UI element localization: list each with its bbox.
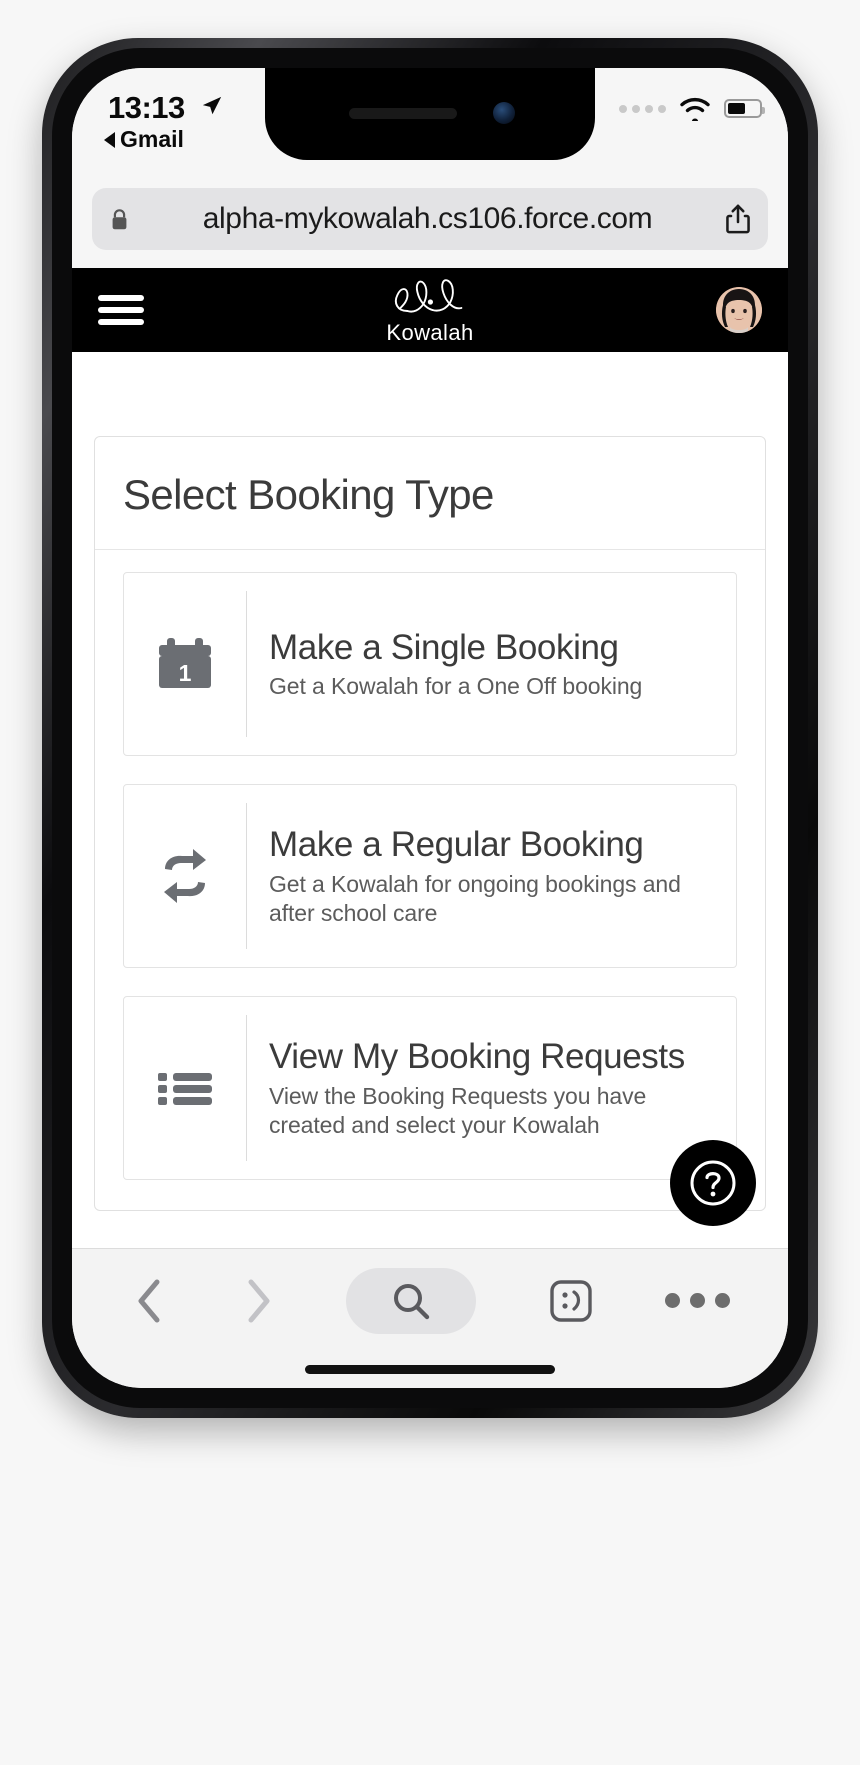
status-bar: 13:13 Gmail: [72, 68, 788, 180]
option-text-cell: Make a Regular Booking Get a Kowalah for…: [247, 785, 736, 967]
list-bullets-icon: [152, 1055, 218, 1121]
option-description: Get a Kowalah for a One Off booking: [269, 672, 712, 701]
more-dots-icon: [665, 1293, 680, 1308]
browser-address-area: alpha-mykowalah.cs106.force.com: [72, 180, 788, 268]
page-content: Select Booking Type 1: [72, 352, 788, 1248]
user-avatar[interactable]: [716, 287, 762, 333]
phone-screen: 13:13 Gmail: [72, 68, 788, 1388]
status-indicators: [619, 96, 762, 121]
option-icon-cell: 1: [124, 591, 247, 737]
question-mark-circle-icon: [688, 1158, 738, 1208]
browser-bookmarks-button[interactable]: [545, 1275, 597, 1327]
wifi-icon: [678, 96, 712, 121]
option-icon-cell: [124, 803, 247, 949]
forward-chevron-icon: [238, 1273, 278, 1329]
option-description: View the Booking Requests you have creat…: [269, 1082, 712, 1140]
option-icon-cell: [124, 1015, 247, 1161]
device-notch: [265, 68, 595, 160]
back-app-label: Gmail: [120, 126, 184, 153]
booking-type-card: Select Booking Type 1: [94, 436, 766, 1211]
address-bar[interactable]: alpha-mykowalah.cs106.force.com: [92, 188, 768, 250]
option-title: View My Booking Requests: [269, 1036, 712, 1077]
option-text-cell: Make a Single Booking Get a Kowalah for …: [247, 573, 736, 755]
repeat-arrows-icon: [152, 843, 218, 909]
option-description: Get a Kowalah for ongoing bookings and a…: [269, 870, 712, 928]
back-chevron-icon: [130, 1273, 170, 1329]
brand-logo[interactable]: Kowalah: [386, 275, 473, 346]
option-text-cell: View My Booking Requests View the Bookin…: [247, 997, 736, 1179]
browser-back-button[interactable]: [130, 1273, 170, 1329]
brand-name: Kowalah: [386, 320, 473, 346]
app-header: Kowalah: [72, 268, 788, 352]
page-title: Select Booking Type: [123, 471, 737, 519]
share-icon[interactable]: [726, 204, 750, 234]
earpiece-speaker: [349, 108, 457, 119]
url-text: alpha-mykowalah.cs106.force.com: [129, 202, 726, 236]
help-button[interactable]: [670, 1140, 756, 1226]
browser-more-button[interactable]: [665, 1293, 730, 1308]
front-camera: [493, 102, 515, 124]
status-time: 13:13: [108, 90, 185, 126]
phone-device-frame: 13:13 Gmail: [42, 38, 818, 1418]
option-view-requests[interactable]: View My Booking Requests View the Bookin…: [123, 996, 737, 1180]
search-icon: [391, 1281, 431, 1321]
calendar-day-1-icon: 1: [152, 631, 218, 697]
lock-icon: [110, 208, 129, 231]
home-indicator[interactable]: [305, 1365, 555, 1374]
back-to-gmail-link[interactable]: Gmail: [104, 126, 184, 153]
option-title: Make a Single Booking: [269, 627, 712, 668]
battery-icon: [724, 99, 762, 118]
booking-options-list: 1 Make a Single Booking Get a Kowalah fo…: [95, 550, 765, 1210]
reader-smiley-icon: [545, 1275, 597, 1327]
cellular-dots-icon: [619, 105, 666, 113]
hamburger-menu-icon[interactable]: [98, 289, 144, 331]
kowalah-script-logo: [387, 275, 473, 319]
svg-text:1: 1: [179, 660, 192, 686]
browser-search-button[interactable]: [346, 1268, 476, 1334]
browser-forward-button[interactable]: [238, 1273, 278, 1329]
option-regular-booking[interactable]: Make a Regular Booking Get a Kowalah for…: [123, 784, 737, 968]
option-single-booking[interactable]: 1 Make a Single Booking Get a Kowalah fo…: [123, 572, 737, 756]
location-arrow-icon: [201, 95, 223, 117]
back-caret-icon: [104, 132, 115, 148]
card-header: Select Booking Type: [95, 437, 765, 550]
option-title: Make a Regular Booking: [269, 824, 712, 865]
